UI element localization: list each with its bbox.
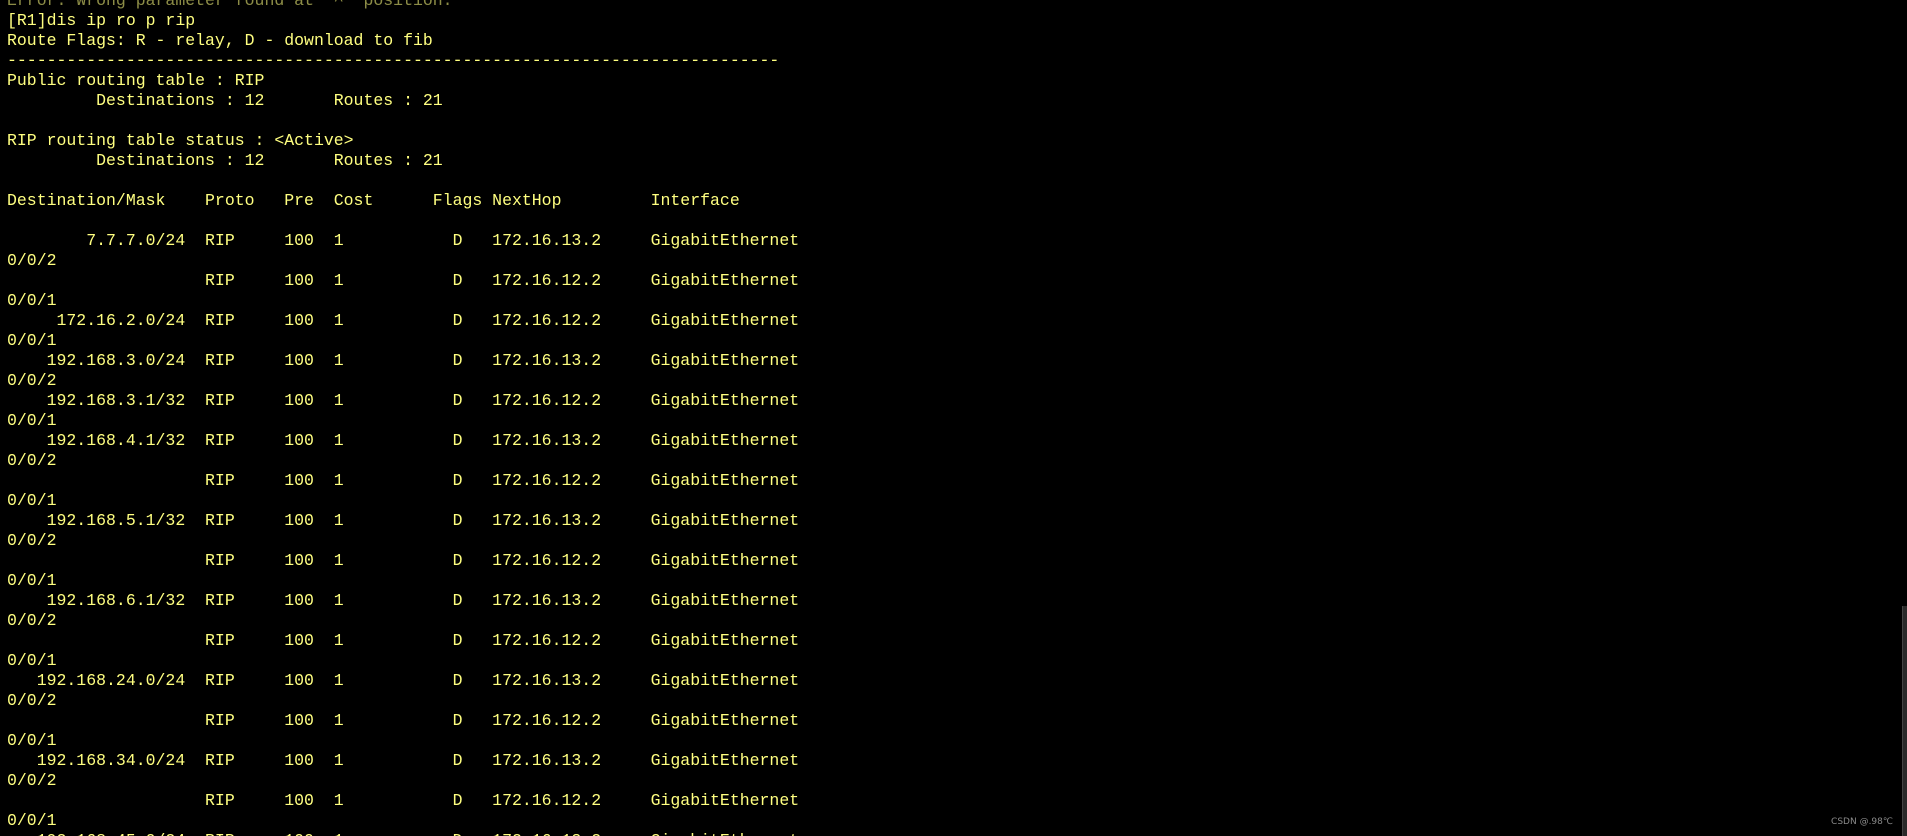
terminal-line: 192.168.3.0/24 RIP 100 1 D 172.16.13.2 G… bbox=[7, 351, 800, 370]
terminal-line: 0/0/1 bbox=[7, 491, 57, 510]
terminal-line: Error: Wrong parameter found at '^' posi… bbox=[7, 0, 453, 10]
vertical-scrollbar[interactable] bbox=[1901, 0, 1907, 836]
terminal-line: 0/0/2 bbox=[7, 451, 57, 470]
terminal-line: RIP 100 1 D 172.16.12.2 GigabitEthernet bbox=[7, 471, 800, 490]
terminal-line: 192.168.45.0/24 RIP 100 1 D 172.16.13.2 … bbox=[7, 831, 799, 836]
terminal-line: [R1]dis ip ro p rip bbox=[7, 11, 196, 30]
terminal-line: 0/0/1 bbox=[7, 811, 57, 830]
terminal-line: 192.168.3.1/32 RIP 100 1 D 172.16.12.2 G… bbox=[7, 391, 800, 410]
terminal-line: 0/0/2 bbox=[7, 251, 57, 270]
terminal-line: 172.16.2.0/24 RIP 100 1 D 172.16.12.2 Gi… bbox=[7, 311, 800, 330]
terminal-line: 0/0/1 bbox=[7, 731, 57, 750]
terminal-line: RIP 100 1 D 172.16.12.2 GigabitEthernet bbox=[7, 631, 800, 650]
terminal-line: 0/0/1 bbox=[7, 411, 57, 430]
terminal-line: 192.168.6.1/32 RIP 100 1 D 172.16.13.2 G… bbox=[7, 591, 800, 610]
scrollbar-thumb[interactable] bbox=[1902, 606, 1907, 836]
terminal-line: 192.168.34.0/24 RIP 100 1 D 172.16.13.2 … bbox=[7, 751, 800, 770]
terminal-line: RIP 100 1 D 172.16.12.2 GigabitEthernet bbox=[7, 271, 800, 290]
terminal-line: RIP 100 1 D 172.16.12.2 GigabitEthernet bbox=[7, 711, 800, 730]
terminal-line: 0/0/1 bbox=[7, 571, 57, 590]
terminal-line: RIP 100 1 D 172.16.12.2 GigabitEthernet bbox=[7, 791, 800, 810]
terminal-line: 0/0/2 bbox=[7, 611, 57, 630]
terminal-line: Destinations : 12 Routes : 21 bbox=[7, 151, 443, 170]
terminal-line: 0/0/1 bbox=[7, 331, 57, 350]
terminal-window[interactable]: Error: Wrong parameter found at '^' posi… bbox=[0, 0, 1907, 836]
terminal-line: 0/0/1 bbox=[7, 291, 57, 310]
terminal-line: Destinations : 12 Routes : 21 bbox=[7, 91, 443, 110]
terminal-line: 0/0/2 bbox=[7, 691, 57, 710]
terminal-line: 192.168.24.0/24 RIP 100 1 D 172.16.13.2 … bbox=[7, 671, 800, 690]
terminal-output: Error: Wrong parameter found at '^' posi… bbox=[7, 0, 799, 836]
terminal-line: RIP 100 1 D 172.16.12.2 GigabitEthernet bbox=[7, 551, 800, 570]
terminal-line: 0/0/2 bbox=[7, 371, 57, 390]
watermark: CSDN @.98℃ bbox=[1831, 817, 1893, 827]
terminal-line: RIP routing table status : <Active> bbox=[7, 131, 354, 150]
terminal-line: ----------------------------------------… bbox=[7, 51, 780, 70]
terminal-line: Destination/Mask Proto Pre Cost Flags Ne… bbox=[7, 191, 740, 210]
terminal-line: Route Flags: R - relay, D - download to … bbox=[7, 31, 433, 50]
terminal-line: 0/0/1 bbox=[7, 651, 57, 670]
terminal-line: 0/0/2 bbox=[7, 531, 57, 550]
terminal-line: 192.168.4.1/32 RIP 100 1 D 172.16.13.2 G… bbox=[7, 431, 800, 450]
terminal-line: 7.7.7.0/24 RIP 100 1 D 172.16.13.2 Gigab… bbox=[7, 231, 800, 250]
terminal-line: Public routing table : RIP bbox=[7, 71, 265, 90]
terminal-line: 192.168.5.1/32 RIP 100 1 D 172.16.13.2 G… bbox=[7, 511, 800, 530]
terminal-line: 0/0/2 bbox=[7, 771, 57, 790]
